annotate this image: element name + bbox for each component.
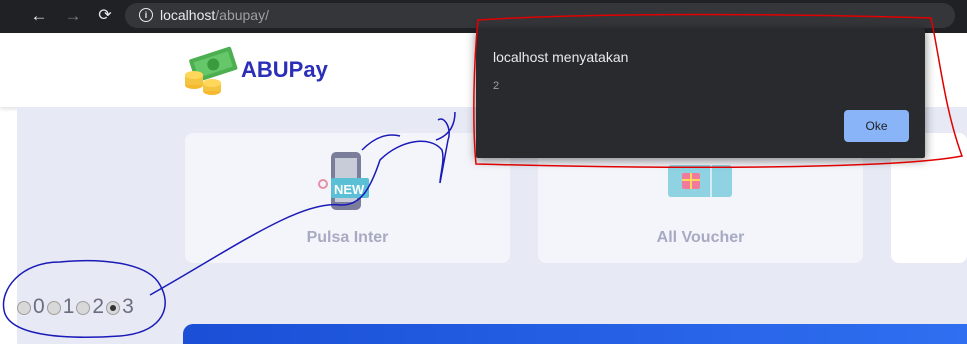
blue-banner bbox=[183, 324, 967, 344]
radio-label: 3 bbox=[122, 295, 134, 318]
info-icon[interactable]: i bbox=[139, 8, 153, 22]
address-bar[interactable]: i localhost/abupay/ bbox=[125, 3, 955, 28]
url-host: localhost bbox=[160, 7, 216, 23]
card-pulsa-inter[interactable]: NEW Pulsa Inter bbox=[185, 133, 510, 263]
radio-3[interactable] bbox=[106, 301, 121, 315]
forward-arrow-icon[interactable]: → bbox=[62, 5, 84, 27]
card-label: Pulsa Inter bbox=[306, 229, 389, 246]
reload-icon[interactable]: ⟳ bbox=[94, 5, 116, 27]
radio-0[interactable] bbox=[17, 301, 31, 315]
radio-1[interactable] bbox=[46, 301, 61, 315]
svg-text:NEW: NEW bbox=[334, 182, 365, 197]
back-arrow-icon[interactable]: ← bbox=[28, 5, 50, 27]
card-label: All Voucher bbox=[656, 229, 745, 246]
radio-label: 1 bbox=[62, 295, 75, 318]
dialog-title: localhost menyatakan bbox=[493, 49, 629, 65]
dialog-message: 2 bbox=[493, 80, 500, 92]
brand-name[interactable]: ABUPay bbox=[241, 57, 328, 83]
radio-label: 0 bbox=[33, 295, 45, 318]
radio-label: 2 bbox=[92, 295, 105, 318]
money-logo-icon[interactable] bbox=[182, 45, 240, 97]
radio-group: 0 1 2 3 bbox=[17, 295, 136, 319]
radio-2[interactable] bbox=[76, 301, 91, 315]
url-text[interactable]: localhost/abupay/ bbox=[160, 7, 269, 23]
phone-new-icon: NEW bbox=[318, 152, 369, 210]
ok-button[interactable]: Oke bbox=[844, 110, 909, 142]
voucher-ticket-icon bbox=[668, 165, 732, 197]
url-path: /abupay/ bbox=[215, 7, 269, 23]
alert-dialog: localhost menyatakan 2 Oke bbox=[476, 28, 925, 158]
